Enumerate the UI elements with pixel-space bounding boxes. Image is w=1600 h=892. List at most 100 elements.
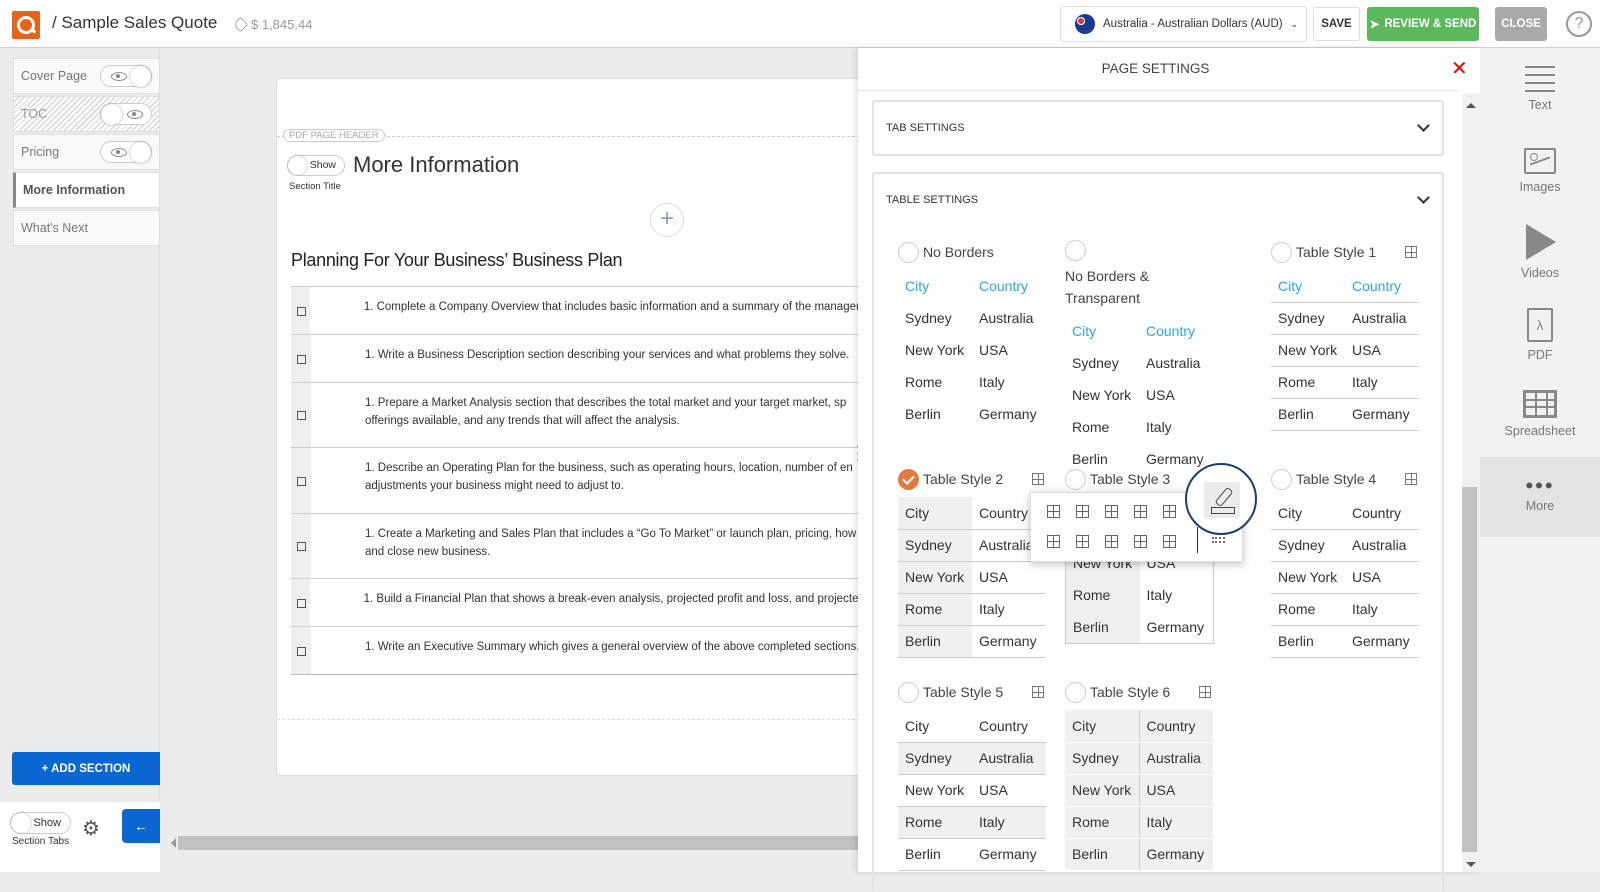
section-title[interactable]: More Information (353, 152, 519, 178)
arrow-left-icon: ← (134, 818, 148, 834)
rail-item-images[interactable]: Images (1480, 148, 1600, 194)
add-section-button[interactable]: + ADD SECTION (12, 752, 160, 785)
checkbox[interactable] (291, 448, 311, 513)
style-radio[interactable] (1271, 468, 1292, 490)
section-tabs-toggle[interactable]: Show (10, 812, 71, 834)
content-heading[interactable]: Planning For Your Business’ Business Pla… (291, 250, 623, 271)
toggle-label: Show (309, 159, 336, 171)
rail-label: Text (1528, 98, 1552, 112)
style-radio[interactable] (898, 681, 919, 703)
preview-row: City Country (898, 710, 1046, 743)
border-option-icon[interactable] (1047, 505, 1060, 518)
section-item-pricing[interactable]: Pricing (13, 134, 160, 170)
currency-select[interactable]: Australia - Australian Dollars (AUD) ⌄ (1060, 6, 1307, 42)
section-item-cover-page[interactable]: Cover Page (13, 58, 160, 94)
scroll-up-icon[interactable] (1466, 98, 1476, 108)
app-logo[interactable] (12, 11, 40, 39)
checkbox[interactable] (291, 335, 311, 382)
scroll-thumb[interactable] (1462, 487, 1477, 852)
table-style-option[interactable]: Table Style 4 City Country Sydney Australia N… (1271, 467, 1419, 658)
horizontal-scrollbar[interactable] (160, 834, 868, 851)
visibility-toggle[interactable] (100, 65, 152, 87)
border-grid-icon[interactable] (1405, 246, 1417, 258)
section-label: Pricing (21, 145, 60, 159)
row-text[interactable]: 1. Prepare a Market Analysis section tha… (311, 383, 846, 447)
scroll-thumb[interactable] (178, 836, 868, 850)
table-style-option[interactable]: Table Style 1 City Country Sydney Australia N… (1271, 240, 1419, 431)
collapse-sidebar-button[interactable]: ← (122, 809, 160, 843)
checkbox[interactable] (291, 287, 310, 334)
section-item-whats-next[interactable]: What's Next (13, 210, 160, 246)
row-text[interactable]: 1. Write a Business Description section … (311, 335, 849, 382)
row-text[interactable]: 1. Write an Executive Summary which give… (311, 627, 860, 674)
rail-item-more[interactable]: ••• More (1480, 457, 1600, 537)
checkbox[interactable] (291, 579, 310, 626)
border-grid-icon[interactable] (1032, 686, 1044, 698)
style-preview-table: City Country Sydney Australia New York USA Rom… (1271, 497, 1419, 658)
visibility-toggle[interactable] (100, 103, 152, 125)
scroll-down-icon[interactable] (1466, 862, 1476, 872)
rail-item-text[interactable]: Text (1480, 66, 1600, 112)
row-text[interactable]: 1. Create a Marketing and Sales Plan tha… (311, 514, 856, 578)
scroll-left-icon[interactable] (166, 838, 176, 848)
preview-cell: Sydney (1271, 529, 1345, 562)
border-option-icon[interactable] (1163, 505, 1176, 518)
style-radio[interactable] (898, 241, 919, 263)
rail-item-pdf[interactable]: λ PDF (1480, 308, 1600, 362)
more-borders-icon[interactable] (1212, 537, 1225, 543)
border-option-icon[interactable] (1076, 535, 1089, 548)
vertical-scrollbar[interactable] (1462, 94, 1480, 872)
row-text[interactable]: 1. Build a Financial Plan that shows a b… (310, 579, 881, 626)
review-send-button[interactable]: ➤ REVIEW & SEND (1367, 7, 1479, 41)
preview-row: City Country (1271, 270, 1419, 303)
border-grid-icon[interactable] (1032, 473, 1044, 485)
style-radio[interactable] (898, 468, 919, 490)
preview-row: City Country (898, 497, 1046, 530)
preview-cell: City (1072, 323, 1097, 339)
table-style-option[interactable]: Table Style 5 City Country Sydney Australia N… (898, 680, 1046, 871)
rail-item-videos[interactable]: Videos (1480, 224, 1600, 280)
style-radio[interactable] (1065, 468, 1086, 490)
visibility-toggle[interactable] (100, 141, 152, 163)
border-option-icon[interactable] (1105, 535, 1118, 548)
table-style-option[interactable]: No Borders City Country Sydney Australia New … (898, 240, 1046, 430)
border-option-icon[interactable] (1163, 535, 1176, 548)
border-option-icon[interactable] (1076, 505, 1089, 518)
table-style-option[interactable]: Table Style 2 City Country Sydney Australia N… (898, 467, 1046, 658)
document-title[interactable]: / Sample Sales Quote (52, 13, 217, 33)
add-block-button[interactable]: + (650, 203, 684, 237)
row-text[interactable]: 1. Complete a Company Overview that incl… (310, 287, 881, 334)
tab-settings-accordion[interactable]: TAB SETTINGS (872, 100, 1444, 156)
preview-row: Berlin Germany (898, 625, 1046, 658)
section-item-more-information[interactable]: More Information (13, 172, 160, 208)
close-icon[interactable]: ✕ (1451, 56, 1468, 81)
section-title-toggle[interactable]: Show (287, 155, 345, 176)
edit-style-button[interactable] (1204, 482, 1240, 518)
table-style-header: Table Style 1 (1271, 240, 1419, 264)
border-grid-icon[interactable] (1199, 686, 1211, 698)
border-option-icon[interactable] (1105, 505, 1118, 518)
checkbox[interactable] (291, 383, 311, 447)
border-option-icon[interactable] (1047, 535, 1060, 548)
style-radio[interactable] (1065, 681, 1086, 703)
table-style-option[interactable]: Table Style 6 City Country Sydney Australia N… (1065, 680, 1213, 871)
table-style-option[interactable]: No Borders & Transparent City Country Sydne… (1065, 240, 1215, 475)
border-option-icon[interactable] (1134, 505, 1147, 518)
checkbox[interactable] (291, 514, 311, 578)
border-option-icon[interactable] (1134, 535, 1147, 548)
gears-icon[interactable]: ⚙ (82, 816, 100, 841)
rail-item-spreadsheet[interactable]: Spreadsheet (1480, 390, 1600, 438)
quote-total-value: $ 1,845.44 (251, 17, 313, 32)
close-button[interactable]: CLOSE (1495, 7, 1547, 41)
help-icon[interactable]: ? (1566, 11, 1592, 37)
pdf-page-header[interactable]: PDF PAGE HEADER (277, 129, 875, 142)
style-radio[interactable] (1271, 241, 1292, 263)
section-tabs-label: Section Tabs (12, 836, 70, 847)
row-text[interactable]: 1. Describe an Operating Plan for the bu… (311, 448, 853, 513)
section-item-toc[interactable]: TOC (13, 96, 160, 132)
save-button[interactable]: SAVE (1313, 7, 1360, 41)
style-radio[interactable] (1065, 240, 1086, 261)
checkbox[interactable] (291, 627, 311, 674)
preview-cell: Sydney (1271, 302, 1345, 335)
border-grid-icon[interactable] (1405, 473, 1417, 485)
